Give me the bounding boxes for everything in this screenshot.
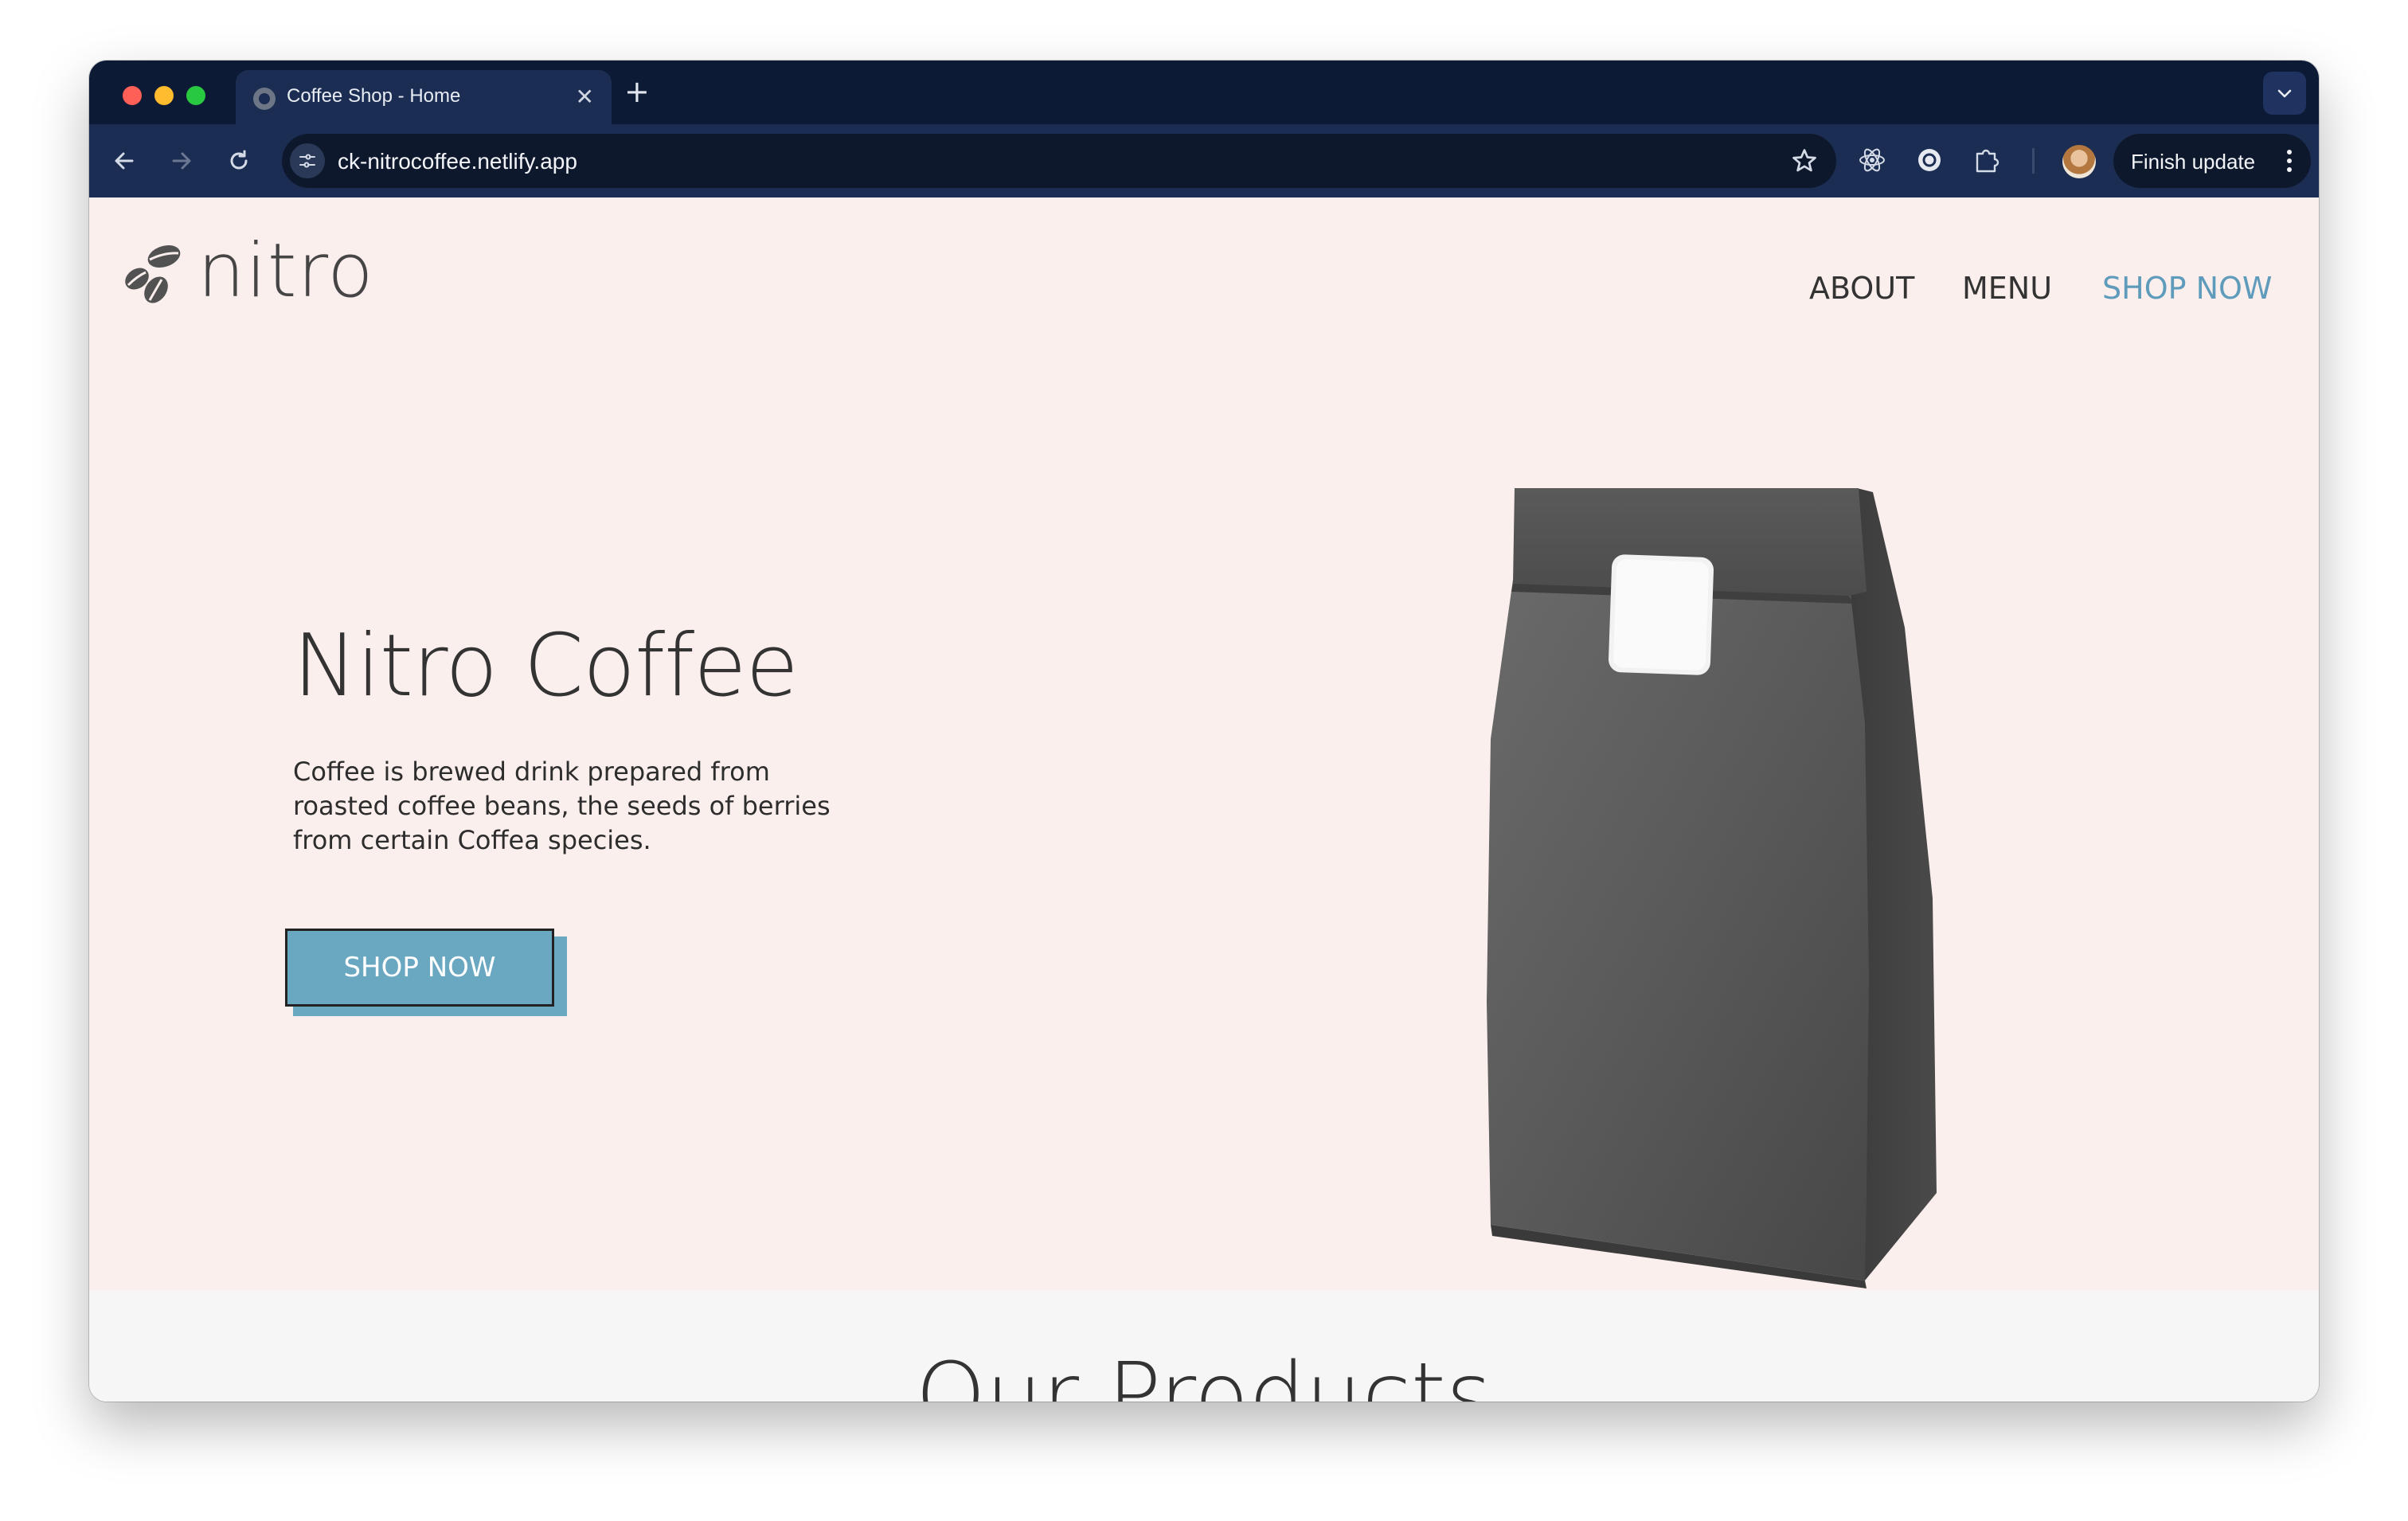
extension-circle-icon[interactable] [1913, 143, 1946, 177]
hero-title: Nitro Coffee [293, 616, 799, 716]
zoom-window-button[interactable] [186, 86, 205, 105]
products-heading: Our Products [915, 1344, 1493, 1402]
site-info-icon[interactable] [290, 143, 325, 178]
close-window-button[interactable] [123, 86, 142, 105]
star-icon[interactable] [1790, 147, 1819, 175]
more-vert-icon[interactable] [2285, 148, 2293, 174]
extensions-puzzle-icon[interactable] [1970, 143, 2003, 177]
close-icon[interactable]: ✕ [576, 83, 594, 111]
address-bar[interactable]: ck-nitrocoffee.netlify.app [282, 134, 1836, 188]
shop-now-button[interactable]: SHOP NOW [285, 929, 554, 1007]
tab-search-icon[interactable] [2263, 72, 2306, 115]
nav-shop-now-link[interactable]: SHOP NOW [2102, 269, 2273, 307]
react-devtools-icon[interactable] [1855, 143, 1889, 177]
web-page: nitro ABOUT MENU SHOP NOW Nitro Coffee C… [89, 197, 2319, 1402]
browser-window: Coffee Shop - Home ✕ + ck-nitrocoffee.ne… [89, 61, 2319, 1402]
globe-icon [253, 88, 276, 110]
nav-menu-link[interactable]: MENU [1962, 269, 2052, 307]
browser-toolbar: ck-nitrocoffee.netlify.app Finish update [89, 124, 2319, 197]
reload-icon[interactable] [223, 145, 255, 177]
tab-strip: Coffee Shop - Home ✕ + [89, 61, 2319, 124]
url-text[interactable]: ck-nitrocoffee.netlify.app [338, 149, 577, 174]
coffee-beans-logo-icon[interactable] [121, 239, 193, 311]
tab-title: Coffee Shop - Home [287, 85, 461, 107]
tab-coffee-shop[interactable]: Coffee Shop - Home ✕ [236, 70, 612, 124]
minimize-window-button[interactable] [154, 86, 174, 105]
shop-now-button-label: SHOP NOW [343, 952, 496, 983]
hero-section: nitro ABOUT MENU SHOP NOW Nitro Coffee C… [89, 197, 2319, 1290]
finish-update-label: Finish update [2131, 150, 2256, 174]
coffee-bag-image [1487, 488, 1937, 1288]
logo-text[interactable]: nitro [197, 228, 374, 315]
forward-icon[interactable] [166, 145, 197, 177]
nav-about-link[interactable]: ABOUT [1809, 269, 1914, 307]
new-tab-button[interactable]: + [624, 73, 650, 110]
finish-update-button[interactable]: Finish update [2113, 134, 2311, 188]
toolbar-divider [2032, 148, 2035, 174]
back-icon[interactable] [108, 145, 140, 177]
profile-avatar[interactable] [2062, 145, 2096, 178]
hero-description: Coffee is brewed drink prepared from roa… [293, 757, 831, 855]
